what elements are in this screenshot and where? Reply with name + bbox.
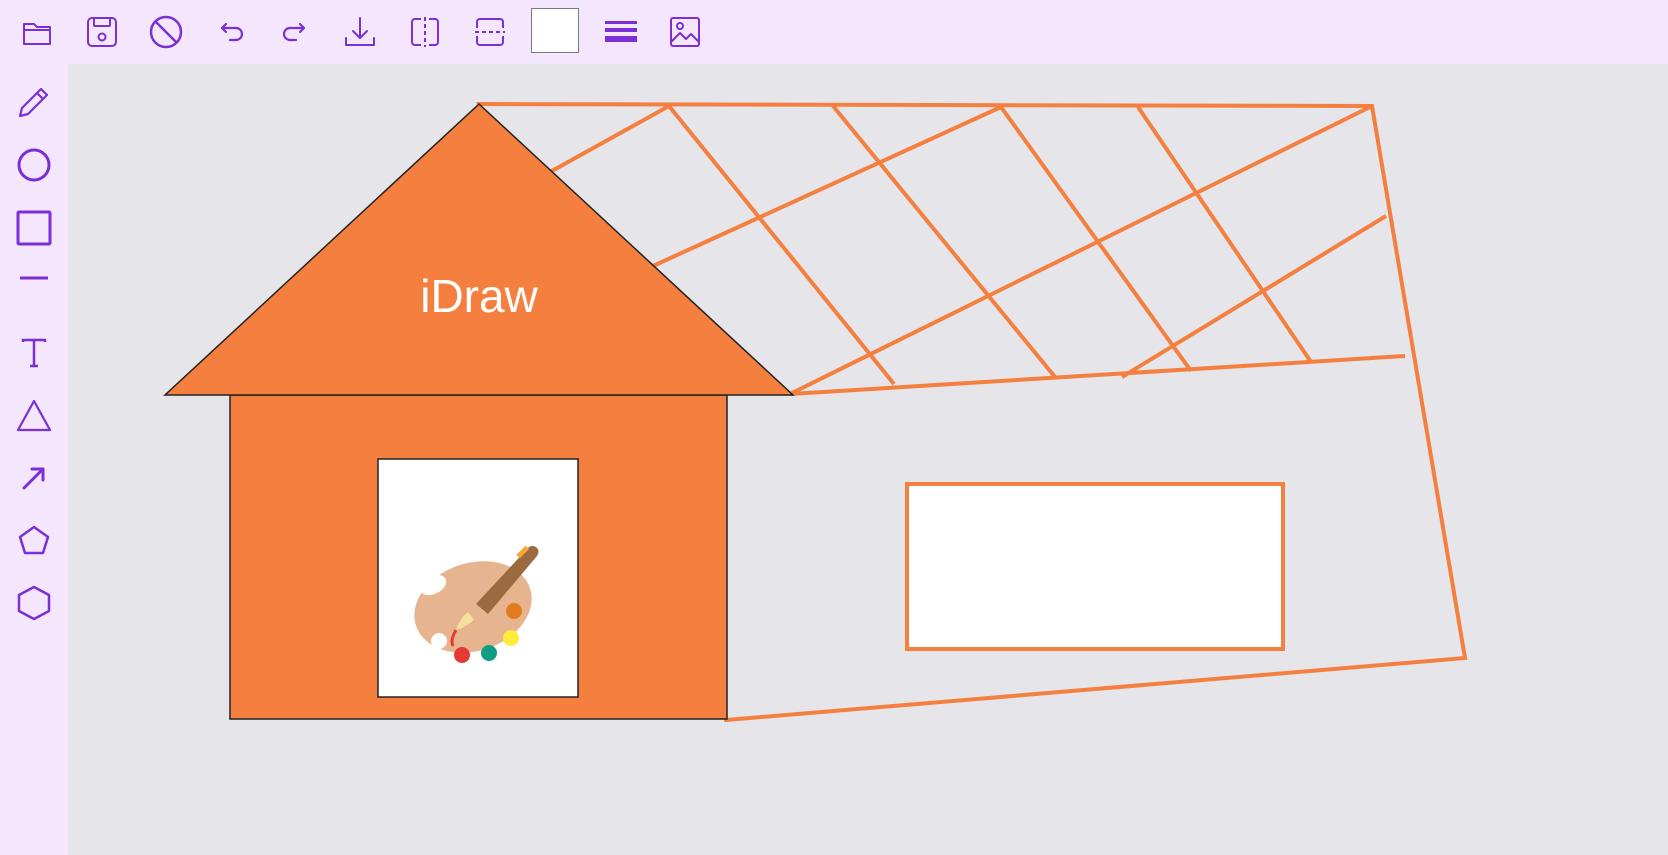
save-icon	[87, 17, 117, 47]
hexagon-tool-button[interactable]	[10, 579, 58, 627]
redo-icon	[282, 22, 306, 42]
arrow-icon	[22, 467, 45, 490]
line-tool-button[interactable]	[10, 254, 58, 302]
save-button[interactable]	[78, 8, 126, 56]
text-tool-button[interactable]	[10, 329, 58, 377]
open-folder-icon	[23, 23, 51, 45]
canvas-drawing: iDraw	[163, 101, 1468, 723]
color-swatch[interactable]	[531, 8, 579, 53]
insert-image-button[interactable]	[661, 8, 709, 56]
open-folder-button[interactable]	[14, 8, 62, 56]
clear-button[interactable]	[142, 8, 190, 56]
pentagon-icon	[18, 525, 50, 555]
flip-vertical-icon	[475, 18, 505, 46]
download-button[interactable]	[336, 8, 384, 56]
drawing-canvas[interactable]: iDraw	[68, 64, 1668, 855]
drawn-rectangle[interactable]	[905, 482, 1285, 651]
download-icon	[345, 17, 375, 46]
clear-icon	[149, 15, 183, 49]
pentagon-tool-button[interactable]	[10, 517, 58, 565]
flip-horizontal-icon	[411, 17, 439, 47]
tool-sidebar	[0, 64, 68, 855]
undo-button[interactable]	[207, 8, 255, 56]
pencil-icon	[18, 87, 49, 118]
triangle-icon	[16, 399, 52, 432]
circle-icon	[17, 148, 51, 182]
line-icon	[20, 276, 48, 280]
drawn-roof-line[interactable]	[789, 354, 1406, 396]
line-width-icon	[605, 21, 637, 42]
flip-vertical-button[interactable]	[466, 8, 514, 56]
rectangle-icon	[16, 210, 52, 246]
insert-image-icon	[670, 17, 700, 47]
redo-button[interactable]	[271, 8, 319, 56]
text-icon	[21, 338, 47, 368]
arrow-tool-button[interactable]	[10, 454, 58, 502]
flip-horizontal-button[interactable]	[401, 8, 449, 56]
undo-icon	[220, 22, 244, 42]
triangle-tool-button[interactable]	[10, 392, 58, 440]
rectangle-tool-button[interactable]	[10, 204, 58, 252]
hexagon-icon	[17, 585, 51, 621]
top-toolbar	[0, 0, 1668, 64]
line-width-button[interactable]	[597, 8, 645, 56]
roof-text-label[interactable]: iDraw	[420, 270, 538, 322]
circle-tool-button[interactable]	[10, 141, 58, 189]
drawn-roof-triangle[interactable]	[163, 102, 795, 396]
pencil-tool-button[interactable]	[10, 78, 58, 126]
